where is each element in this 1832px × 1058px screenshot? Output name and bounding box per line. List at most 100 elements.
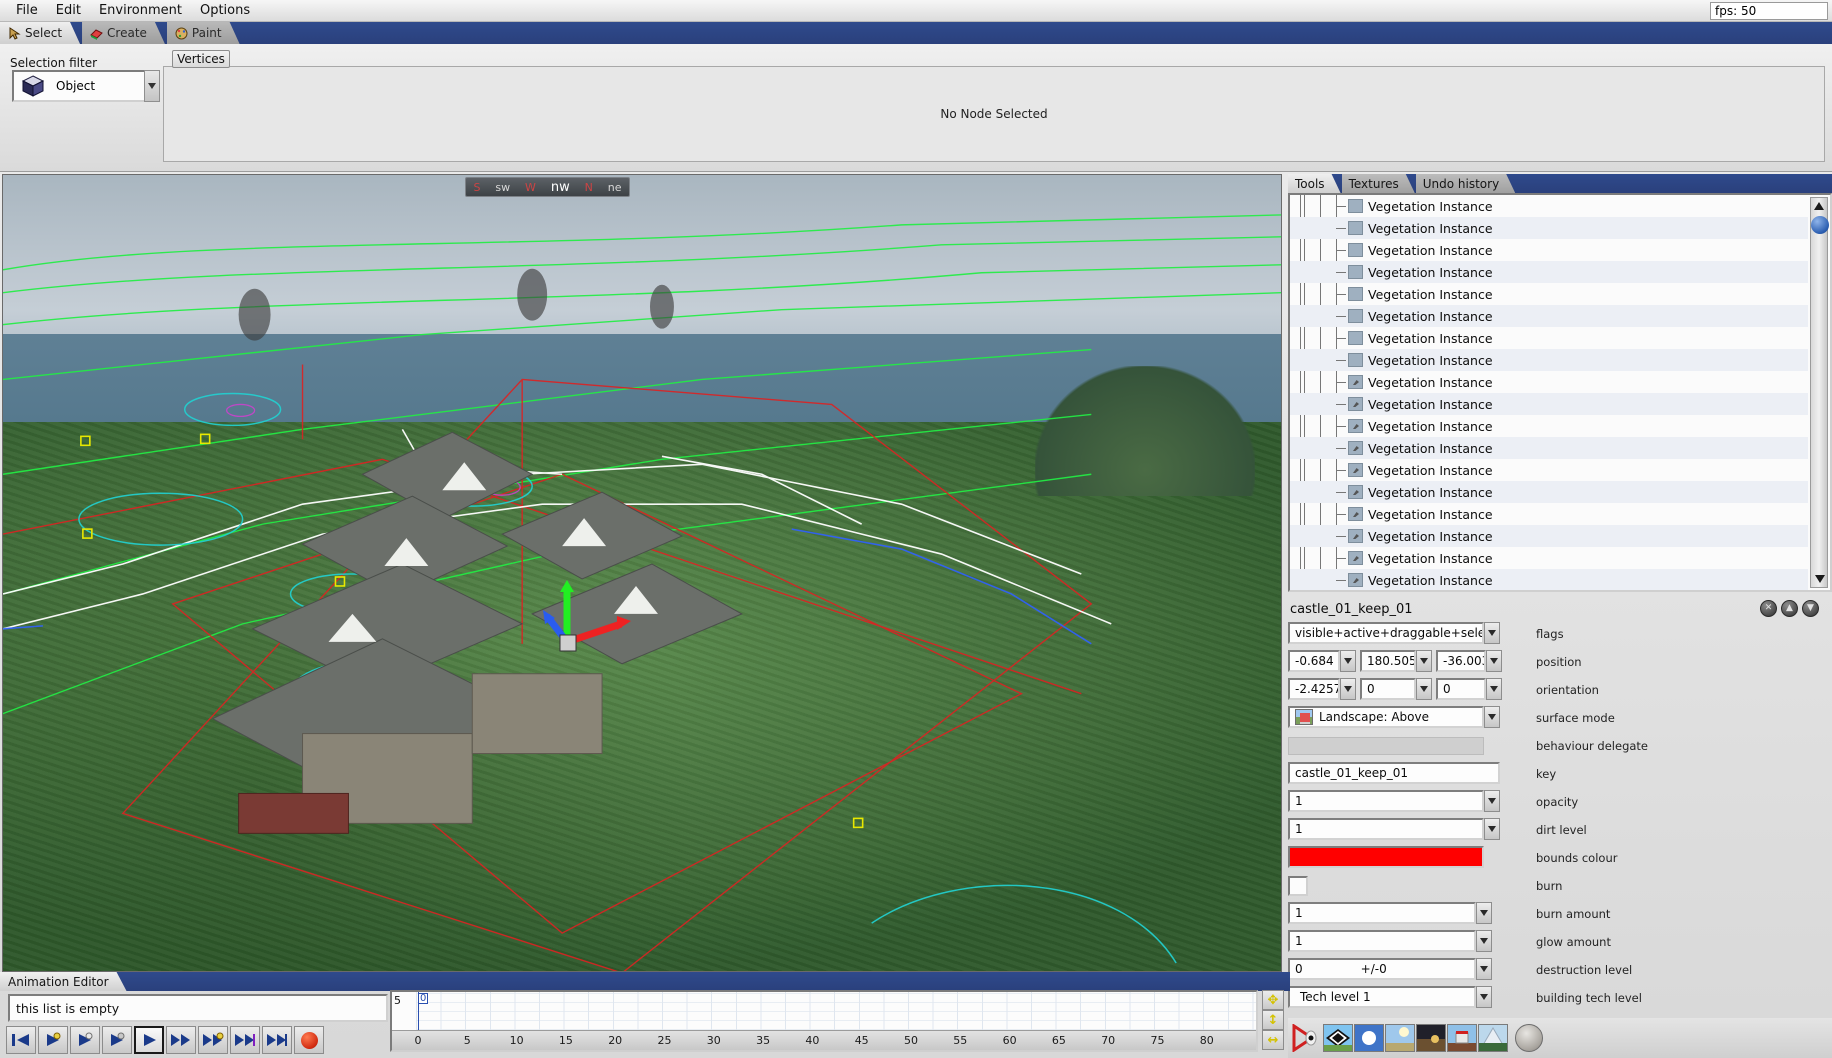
tab-textures[interactable]: Textures (1342, 174, 1415, 193)
transform-gizmo[interactable] (543, 580, 633, 660)
node-leaf-icon (1348, 441, 1363, 455)
skip-to-end-icon[interactable] (262, 1026, 292, 1054)
dirt-level-spinner[interactable] (1484, 818, 1500, 840)
flags-dropdown-arrow[interactable] (1484, 622, 1500, 644)
menu-environment[interactable]: Environment (91, 1, 190, 20)
table-row[interactable]: Vegetation Instance (1290, 349, 1808, 371)
dusk-texture-icon[interactable] (1416, 1024, 1446, 1052)
building-texture-icon[interactable] (1447, 1024, 1477, 1052)
play-icon[interactable] (134, 1026, 164, 1054)
orientation-y-spinner[interactable] (1416, 678, 1432, 700)
key-field[interactable]: castle_01_keep_01 (1288, 762, 1500, 784)
orientation-x-field[interactable]: -2.4257 (1288, 678, 1340, 700)
table-row[interactable]: Vegetation Instance (1290, 217, 1808, 239)
tree-scrollbar[interactable] (1810, 197, 1828, 588)
tab-select[interactable]: Select (0, 22, 80, 44)
selection-filter-combo[interactable]: Object (12, 70, 156, 102)
position-x-field[interactable]: -0.684 (1288, 650, 1340, 672)
3d-viewport[interactable]: S sw W nw N ne (2, 174, 1282, 972)
scene-tree-panel[interactable]: Vegetation InstanceVegetation InstanceVe… (1288, 193, 1832, 592)
table-row[interactable]: Vegetation Instance (1290, 459, 1808, 481)
dirt-level-field[interactable]: 1 (1288, 818, 1484, 840)
position-y-field[interactable]: 180.505 (1360, 650, 1416, 672)
menu-edit[interactable]: Edit (48, 1, 89, 20)
destruction-level-field[interactable]: 0 +/-0 (1288, 958, 1476, 980)
tab-animation-editor[interactable]: Animation Editor (0, 972, 127, 991)
move-down-icon[interactable]: ▼ (1802, 600, 1819, 617)
skip-marker-icon[interactable] (230, 1026, 260, 1054)
orientation-x-spinner[interactable] (1340, 678, 1356, 700)
burn-amount-spinner[interactable] (1476, 902, 1492, 924)
position-z-field[interactable]: -36.003 (1436, 650, 1486, 672)
table-row[interactable]: Vegetation Instance (1290, 481, 1808, 503)
position-x-spinner[interactable] (1340, 650, 1356, 672)
table-row[interactable]: Vegetation Instance (1290, 239, 1808, 261)
face-icon[interactable] (1515, 1024, 1543, 1052)
table-row[interactable]: Vegetation Instance (1290, 261, 1808, 283)
move-up-icon[interactable]: ▲ (1781, 600, 1798, 617)
table-row[interactable]: Vegetation Instance (1290, 305, 1808, 327)
building-tech-level-field[interactable]: Tech level 1 (1288, 986, 1476, 1008)
table-row[interactable]: Vegetation Instance (1290, 283, 1808, 305)
red-arrow-icon[interactable] (1292, 1024, 1322, 1052)
opacity-field[interactable]: 1 (1288, 790, 1484, 812)
prev-keyframe-icon[interactable] (38, 1026, 68, 1054)
tab-create[interactable]: Create (82, 22, 165, 44)
sun-texture-icon[interactable] (1354, 1024, 1384, 1052)
fast-forward-icon[interactable] (166, 1026, 196, 1054)
next-keyframe-icon[interactable] (198, 1026, 228, 1054)
tab-paint[interactable]: Paint (167, 22, 240, 44)
surface-mode-field[interactable]: Landscape: Above (1288, 706, 1484, 728)
glow-amount-field[interactable]: 1 (1288, 930, 1476, 952)
menu-options[interactable]: Options (192, 1, 258, 20)
tree-row-label: Vegetation Instance (1368, 199, 1493, 214)
orientation-z-field[interactable]: 0 (1436, 678, 1486, 700)
orientation-y-field[interactable]: 0 (1360, 678, 1416, 700)
burn-amount-field[interactable]: 1 (1288, 902, 1476, 924)
table-row[interactable]: Vegetation Instance (1290, 371, 1808, 393)
selection-filter-dropdown-arrow[interactable] (144, 70, 160, 102)
burn-checkbox[interactable] (1288, 876, 1308, 896)
table-row[interactable]: Vegetation Instance (1290, 393, 1808, 415)
table-row[interactable]: Vegetation Instance (1290, 503, 1808, 525)
triangle-down-icon[interactable] (1815, 575, 1825, 583)
destruction-level-spinner[interactable] (1476, 958, 1492, 980)
opacity-spinner[interactable] (1484, 790, 1500, 812)
animation-list[interactable]: this list is empty (8, 994, 388, 1022)
position-z-spinner[interactable] (1486, 650, 1502, 672)
bounds-colour-swatch[interactable] (1288, 846, 1484, 868)
sky-texture-icon[interactable] (1385, 1024, 1415, 1052)
surface-mode-dropdown-arrow[interactable] (1484, 706, 1500, 728)
behaviour-delegate-field[interactable] (1288, 737, 1484, 755)
orientation-z-spinner[interactable] (1486, 678, 1502, 700)
table-row[interactable]: Vegetation Instance (1290, 327, 1808, 349)
fit-horizontal-icon[interactable]: ↔ (1262, 1030, 1284, 1050)
menu-file[interactable]: File (8, 1, 46, 20)
tab-vertices[interactable]: Vertices (172, 50, 230, 68)
scrollbar-thumb[interactable] (1811, 216, 1829, 234)
animation-timeline[interactable]: 5 0 05101520253035404550556065707580 (390, 990, 1258, 1052)
checker-texture-icon[interactable] (1323, 1024, 1353, 1052)
close-icon[interactable]: ✕ (1760, 600, 1777, 617)
table-row[interactable]: Vegetation Instance (1290, 415, 1808, 437)
flags-field[interactable]: visible+active+draggable+selectable+ (1288, 622, 1484, 644)
scroll-up-button[interactable] (1811, 198, 1827, 214)
glow-amount-spinner[interactable] (1476, 930, 1492, 952)
step-back-icon[interactable] (70, 1026, 100, 1054)
step-back-small-icon[interactable] (102, 1026, 132, 1054)
record-icon[interactable] (294, 1026, 324, 1054)
table-row[interactable]: Vegetation Instance (1290, 525, 1808, 547)
position-y-spinner[interactable] (1416, 650, 1432, 672)
mountain-texture-icon[interactable] (1478, 1024, 1508, 1052)
tab-undo-history[interactable]: Undo history (1416, 174, 1515, 193)
table-row[interactable]: Vegetation Instance (1290, 569, 1808, 591)
table-row[interactable]: Vegetation Instance (1290, 195, 1808, 217)
building-tech-level-dropdown-arrow[interactable] (1476, 986, 1492, 1008)
fit-all-icon[interactable]: ✥ (1262, 990, 1284, 1010)
table-row[interactable]: Vegetation Instance (1290, 437, 1808, 459)
table-row[interactable]: Vegetation Instance (1290, 547, 1808, 569)
tab-tools[interactable]: Tools (1288, 174, 1341, 193)
timeline-ruler[interactable]: 05101520253035404550556065707580 (392, 1030, 1256, 1050)
skip-to-start-icon[interactable] (6, 1026, 36, 1054)
fit-vertical-icon[interactable]: ↕ (1262, 1010, 1284, 1030)
